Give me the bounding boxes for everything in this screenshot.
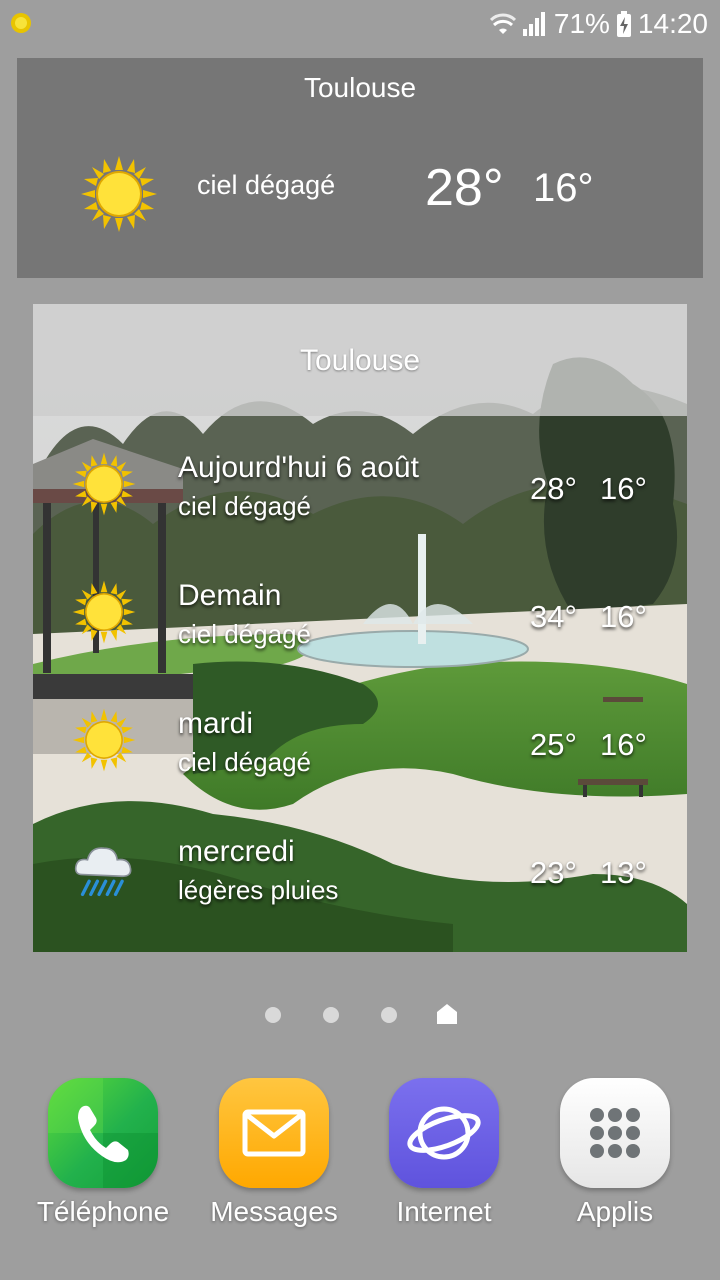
forecast-day: mardi (178, 707, 254, 740)
forecast-row: Demain ciel dégagé 34° 16° (33, 567, 687, 677)
sun-icon (72, 452, 136, 516)
forecast-high: 28° (530, 471, 577, 506)
sun-icon (81, 156, 157, 232)
forecast-day: Aujourd'hui 6 août (178, 451, 419, 484)
forecast-condition: ciel dégagé (178, 747, 311, 777)
forecast-condition: légères pluies (178, 875, 339, 905)
forecast-low: 16° (600, 599, 647, 634)
battery-charging-icon (616, 11, 631, 37)
forecast-row: Aujourd'hui 6 août ciel dégagé 28° 16° (33, 439, 687, 549)
temperature-low: 16° (533, 166, 594, 210)
sun-icon (72, 580, 136, 644)
wifi-icon (489, 13, 516, 34)
forecast-low: 16° (600, 471, 647, 506)
clock: 14:20 (637, 8, 708, 39)
phone-icon[interactable] (48, 1078, 158, 1188)
forecast-high: 25° (530, 727, 577, 762)
forecast-low: 16° (600, 727, 647, 762)
apps-grid-icon[interactable] (560, 1078, 670, 1188)
status-bar: 71% 14:20 (0, 0, 720, 48)
forecast-low: 13° (600, 855, 647, 890)
forecast-high: 23° (530, 855, 577, 890)
forecast-day: Demain (178, 579, 282, 612)
forecast-condition: ciel dégagé (178, 491, 311, 521)
forecast-header: Toulouse (33, 304, 687, 416)
temperature-high: 28° (425, 159, 504, 217)
forecast-day: mercredi (178, 835, 295, 868)
dock-app-apps[interactable]: Applis (540, 1078, 690, 1248)
forecast-row: mardi ciel dégagé 25° 16° (33, 695, 687, 805)
forecast-widget[interactable]: Toulouse Aujourd'hui 6 août ciel dégagé … (33, 304, 687, 952)
sun-icon (72, 708, 136, 772)
page-indicator[interactable] (0, 1002, 720, 1028)
forecast-high: 34° (530, 599, 577, 634)
page-dot[interactable] (323, 1007, 339, 1023)
app-label: Téléphone (36, 1196, 170, 1227)
dock-app-phone[interactable]: Téléphone (28, 1078, 178, 1248)
app-label: Applis (576, 1196, 654, 1227)
forecast-row: mercredi légères pluies 23° 13° (33, 823, 687, 933)
envelope-icon[interactable] (219, 1078, 329, 1188)
current-weather-widget[interactable]: Toulouse ciel dégagé 28° 16° (17, 58, 703, 278)
dock-app-internet[interactable]: Internet (369, 1078, 519, 1248)
rain-cloud-icon (74, 847, 132, 897)
dock-app-messages[interactable]: Messages (199, 1078, 349, 1248)
app-label: Messages (210, 1196, 338, 1227)
page-dot[interactable] (381, 1007, 397, 1023)
weather-condition: ciel dégagé (197, 170, 336, 200)
city-name: Toulouse (299, 344, 421, 377)
home-icon[interactable] (436, 1003, 458, 1025)
page-dot[interactable] (265, 1007, 281, 1023)
sun-icon (11, 13, 31, 33)
battery-percent: 71% (553, 8, 610, 39)
city-name: Toulouse (303, 72, 417, 103)
forecast-condition: ciel dégagé (178, 619, 311, 649)
app-label: Internet (396, 1196, 492, 1227)
signal-icon (522, 12, 545, 36)
planet-icon[interactable] (389, 1078, 499, 1188)
